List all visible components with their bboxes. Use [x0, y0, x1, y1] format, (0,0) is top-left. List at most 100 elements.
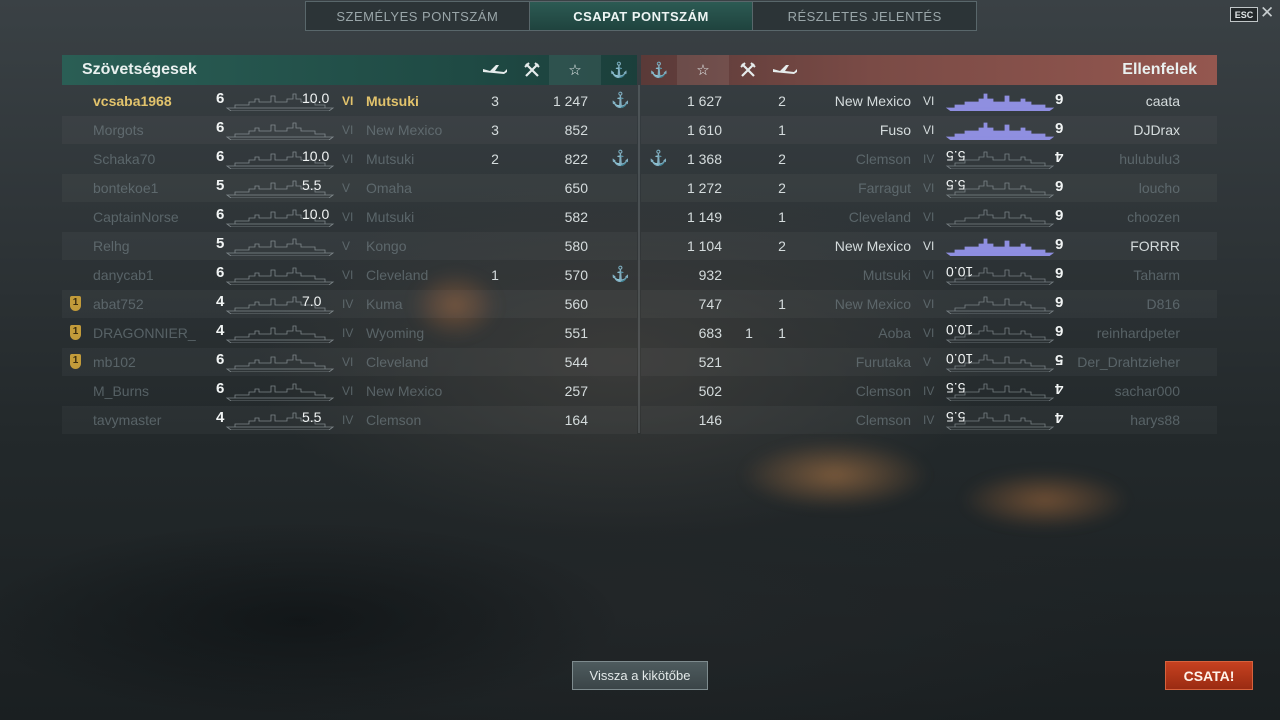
ship-tier-number: 6 — [216, 119, 225, 136]
player-name: DJDrax — [1133, 122, 1180, 138]
star-icon[interactable]: ☆ — [549, 55, 601, 85]
rank-badge-icon: 1 — [70, 296, 81, 311]
tab-personal-score[interactable]: SZEMÉLYES PONTSZÁM — [306, 2, 530, 30]
enemy-row[interactable]: ⚓ 1 368 2 Clemson IV 4 5.5 hulubulu3 — [641, 145, 1217, 173]
ally-row[interactable]: CaptainNorse 6 10.0 VI Mutsuki 582 — [62, 203, 637, 231]
player-name: vcsaba1968 — [93, 93, 172, 109]
ship-tier-roman: VI — [923, 94, 935, 108]
ship-tier-roman: VI — [923, 326, 935, 340]
ship-silhouette-icon — [945, 207, 1055, 230]
enemy-row[interactable]: 146 Clemson IV 4 5.5 harys88 — [641, 406, 1217, 434]
ship-tier-roman: VI — [923, 181, 935, 195]
close-icon[interactable]: ✕ — [1260, 3, 1274, 23]
enemy-row[interactable]: 1 610 1 Fuso VI 6 DJDrax — [641, 116, 1217, 144]
player-name: tavymaster — [93, 412, 162, 428]
enemy-row[interactable]: 1 149 1 Cleveland VI 6 choozen — [641, 203, 1217, 231]
ship-silhouette-icon — [225, 381, 335, 404]
player-name: Schaka70 — [93, 151, 156, 167]
battle-button[interactable]: CSATA! — [1165, 661, 1253, 690]
player-name: Morgots — [93, 122, 144, 138]
rank-badge-icon: 1 — [70, 325, 81, 340]
ship-tier-number: 6 — [1055, 206, 1064, 223]
ally-row[interactable]: Schaka70 6 10.0 VI Mutsuki 2 822 ⚓ — [62, 145, 637, 173]
player-name: hulubulu3 — [1119, 151, 1180, 167]
rank-badge-icon: 1 — [70, 354, 81, 369]
enemy-row[interactable]: 683 1 1 Aoba VI 6 10.0 reinhardpeter — [641, 319, 1217, 347]
ship-name: New Mexico — [366, 122, 443, 138]
ally-row[interactable]: Morgots 6 VI New Mexico 3 852 — [62, 116, 637, 144]
anchor-icon[interactable]: ⚓ — [641, 55, 677, 85]
ally-row[interactable]: 1 abat752 4 7.0 IV Kuma 560 — [62, 290, 637, 318]
player-name: sachar000 — [1114, 383, 1180, 399]
kills-count: 1 — [778, 325, 786, 341]
tab-team-score[interactable]: CSAPAT PONTSZÁM — [529, 2, 754, 30]
team-score: 1 149 — [686, 209, 722, 225]
ship-name: Wyoming — [366, 325, 425, 341]
enemy-row[interactable]: 1 272 2 Farragut VI 6 5.5 loucho — [641, 174, 1217, 202]
ship-tier-number: 4 — [1055, 380, 1064, 397]
player-name: caata — [1145, 93, 1180, 109]
enemy-row[interactable]: 1 104 2 New Mexico VI 6 FORRR — [641, 232, 1217, 260]
ship-name: Clemson — [855, 151, 911, 167]
ship-stat-value: 10.0 — [946, 322, 974, 338]
kills-count: 2 — [778, 151, 786, 167]
ship-tier-roman: V — [342, 181, 351, 195]
ship-tier-number: 6 — [216, 380, 225, 397]
ally-row[interactable]: bontekoe1 5 5.5 V Omaha 650 — [62, 174, 637, 202]
ship-stat-value: 10.0 — [302, 90, 330, 106]
ship-name: Fuso — [879, 122, 911, 138]
ship-name: Cleveland — [366, 267, 429, 283]
ship-tier-number: 6 — [216, 206, 225, 223]
ship-tier-number: 6 — [216, 264, 225, 281]
player-name: danycab1 — [93, 267, 154, 283]
crossed-swords-icon[interactable] — [515, 55, 549, 85]
ship-name: Cleveland — [366, 354, 429, 370]
ship-stat-value: 7.0 — [302, 293, 322, 309]
player-name: loucho — [1138, 180, 1180, 196]
team-score: 747 — [698, 296, 722, 312]
ship-tier-roman: VI — [342, 152, 354, 166]
plane-icon[interactable] — [475, 55, 515, 85]
plane-icon[interactable] — [765, 55, 805, 85]
ally-row[interactable]: Relhg 5 V Kongo 580 — [62, 232, 637, 260]
anchor-icon: ⚓ — [611, 92, 630, 109]
ship-tier-number: 4 — [1055, 409, 1064, 426]
team-score: 1 368 — [686, 151, 722, 167]
ally-row[interactable]: vcsaba1968 6 10.0 VI Mutsuki 3 1 247 ⚓ — [62, 87, 637, 115]
ship-silhouette-icon — [945, 236, 1055, 259]
ship-tier-roman: IV — [342, 297, 354, 311]
ship-tier-number: 4 — [216, 322, 225, 339]
esc-key-hint[interactable]: ESC — [1230, 7, 1258, 22]
back-to-port-button[interactable]: Vissza a kikötőbe — [572, 661, 708, 690]
enemy-row[interactable]: 1 627 2 New Mexico VI 6 caata — [641, 87, 1217, 115]
team-score: 1 104 — [686, 238, 722, 254]
ally-row[interactable]: tavymaster 4 5.5 IV Clemson 164 — [62, 406, 637, 434]
team-score: 1 627 — [686, 93, 722, 109]
ally-row[interactable]: danycab1 6 VI Cleveland 1 570 ⚓ — [62, 261, 637, 289]
fire-glow — [960, 470, 1130, 530]
allies-title: Szövetségesek — [82, 61, 197, 78]
enemy-row[interactable]: 521 Furutaka V 5 10.0 Der_Drahtzieher — [641, 348, 1217, 376]
team-score: 146 — [698, 412, 722, 428]
ally-row[interactable]: 1 DRAGONNIER_ 4 IV Wyoming 551 — [62, 319, 637, 347]
ally-row[interactable]: M_Burns 6 VI New Mexico 257 — [62, 377, 637, 405]
ship-tier-number: 6 — [1055, 322, 1064, 339]
player-name: FORRR — [1130, 238, 1180, 254]
crossed-swords-icon[interactable] — [731, 55, 765, 85]
ship-tier-number: 6 — [216, 148, 225, 165]
anchor-icon: ⚓ — [611, 150, 630, 167]
ally-row[interactable]: 1 mb102 6 VI Cleveland 544 — [62, 348, 637, 376]
anchor-icon[interactable]: ⚓ — [601, 55, 637, 85]
star-icon[interactable]: ☆ — [677, 55, 729, 85]
player-name: CaptainNorse — [93, 209, 179, 225]
enemy-row[interactable]: 747 1 New Mexico VI 6 D816 — [641, 290, 1217, 318]
ship-tier-roman: IV — [342, 326, 354, 340]
kills-count: 2 — [778, 180, 786, 196]
tab-detailed-report[interactable]: RÉSZLETES JELENTÉS — [753, 2, 976, 30]
enemies-header: ⚓ ☆ Ellenfelek — [641, 55, 1217, 85]
kills-count: 2 — [491, 151, 499, 167]
enemy-row[interactable]: 502 Clemson IV 4 5.5 sachar000 — [641, 377, 1217, 405]
player-name: M_Burns — [93, 383, 150, 399]
kills-count: 2 — [778, 93, 786, 109]
enemy-row[interactable]: 932 Mutsuki VI 6 10.0 Taharm — [641, 261, 1217, 289]
